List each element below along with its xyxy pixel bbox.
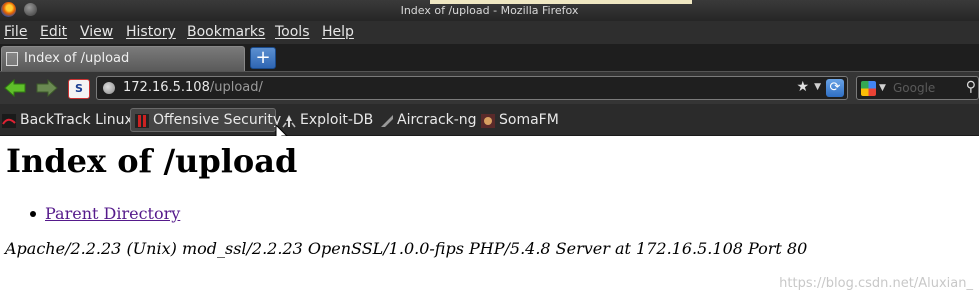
- history-dropdown-icon[interactable]: ▼: [814, 82, 821, 92]
- bookmark-somafm[interactable]: SomaFM: [480, 108, 560, 132]
- bookmark-label: Exploit-DB: [300, 112, 374, 128]
- menu-edit[interactable]: Edit: [40, 24, 67, 40]
- somafm-icon: [481, 114, 495, 128]
- navigation-toolbar: S 172.16.5.108/upload/ ★ ▼ ⟳ ▼ Google ⚲: [0, 72, 979, 104]
- bookmark-label: BackTrack Linux: [20, 112, 133, 128]
- bookmark-label: Aircrack-ng: [397, 112, 477, 128]
- menu-help[interactable]: Help: [322, 24, 354, 40]
- offsec-icon: [135, 114, 149, 128]
- menu-bar: File Edit View History Bookmarks Tools H…: [0, 21, 979, 44]
- magnifier-icon[interactable]: ⚲: [966, 79, 976, 95]
- tab-strip: Index of /upload +: [0, 44, 979, 72]
- tab-label: Index of /upload: [24, 51, 130, 66]
- bookmark-backtrack-linux[interactable]: BackTrack Linux: [0, 108, 133, 132]
- url-bar[interactable]: 172.16.5.108/upload/ ★ ▼ ⟳: [96, 76, 848, 100]
- watermark: https://blog.csdn.net/Aluxian_: [779, 276, 973, 291]
- back-arrow-icon[interactable]: [3, 78, 27, 98]
- reload-icon[interactable]: ⟳: [826, 79, 844, 97]
- menu-bookmarks[interactable]: Bookmarks: [187, 24, 265, 40]
- page-icon: [6, 52, 18, 66]
- search-box[interactable]: ▼ Google ⚲: [856, 76, 979, 100]
- backtrack-icon: [2, 114, 16, 128]
- bookmark-exploit-db[interactable]: Exploit-DB: [280, 108, 374, 132]
- menu-history[interactable]: History: [126, 24, 176, 40]
- bookmark-star-icon[interactable]: ★: [796, 79, 809, 95]
- bookmark-label: Offensive Security: [153, 112, 282, 128]
- window-titlebar: Index of /upload - Mozilla Firefox: [0, 0, 979, 21]
- bookmark-label: SomaFM: [499, 112, 559, 128]
- page-heading: Index of /upload: [6, 142, 298, 180]
- url-path: /upload/: [209, 80, 263, 95]
- parent-directory-link[interactable]: Parent Directory: [45, 204, 180, 223]
- list-bullet: [30, 211, 36, 217]
- url-text[interactable]: 172.16.5.108/upload/: [123, 80, 263, 95]
- menu-view[interactable]: View: [80, 24, 113, 40]
- server-signature: Apache/2.2.23 (Unix) mod_ssl/2.2.23 Open…: [5, 239, 808, 258]
- window-title: Index of /upload - Mozilla Firefox: [400, 4, 579, 17]
- tab-index-upload[interactable]: Index of /upload: [1, 46, 245, 71]
- menu-file[interactable]: File: [4, 24, 27, 40]
- bookmarks-toolbar: BackTrack Linux Offensive Security Explo…: [0, 104, 979, 136]
- google-icon[interactable]: [861, 81, 876, 96]
- menu-tools[interactable]: Tools: [275, 24, 310, 40]
- bookmark-aircrack-ng[interactable]: Aircrack-ng: [378, 108, 477, 132]
- globe-icon: [103, 82, 115, 94]
- bookmark-offensive-security[interactable]: Offensive Security: [130, 108, 281, 132]
- url-host: 172.16.5.108: [123, 80, 210, 95]
- search-input[interactable]: Google: [893, 81, 935, 95]
- page-content: Index of /upload Parent Directory Apache…: [0, 136, 979, 299]
- s-addon-button[interactable]: S: [68, 79, 90, 99]
- search-engine-dropdown-icon[interactable]: ▼: [879, 83, 886, 93]
- aircrack-icon: [381, 115, 393, 127]
- forward-arrow-icon[interactable]: [35, 78, 59, 98]
- new-tab-button[interactable]: +: [250, 47, 276, 69]
